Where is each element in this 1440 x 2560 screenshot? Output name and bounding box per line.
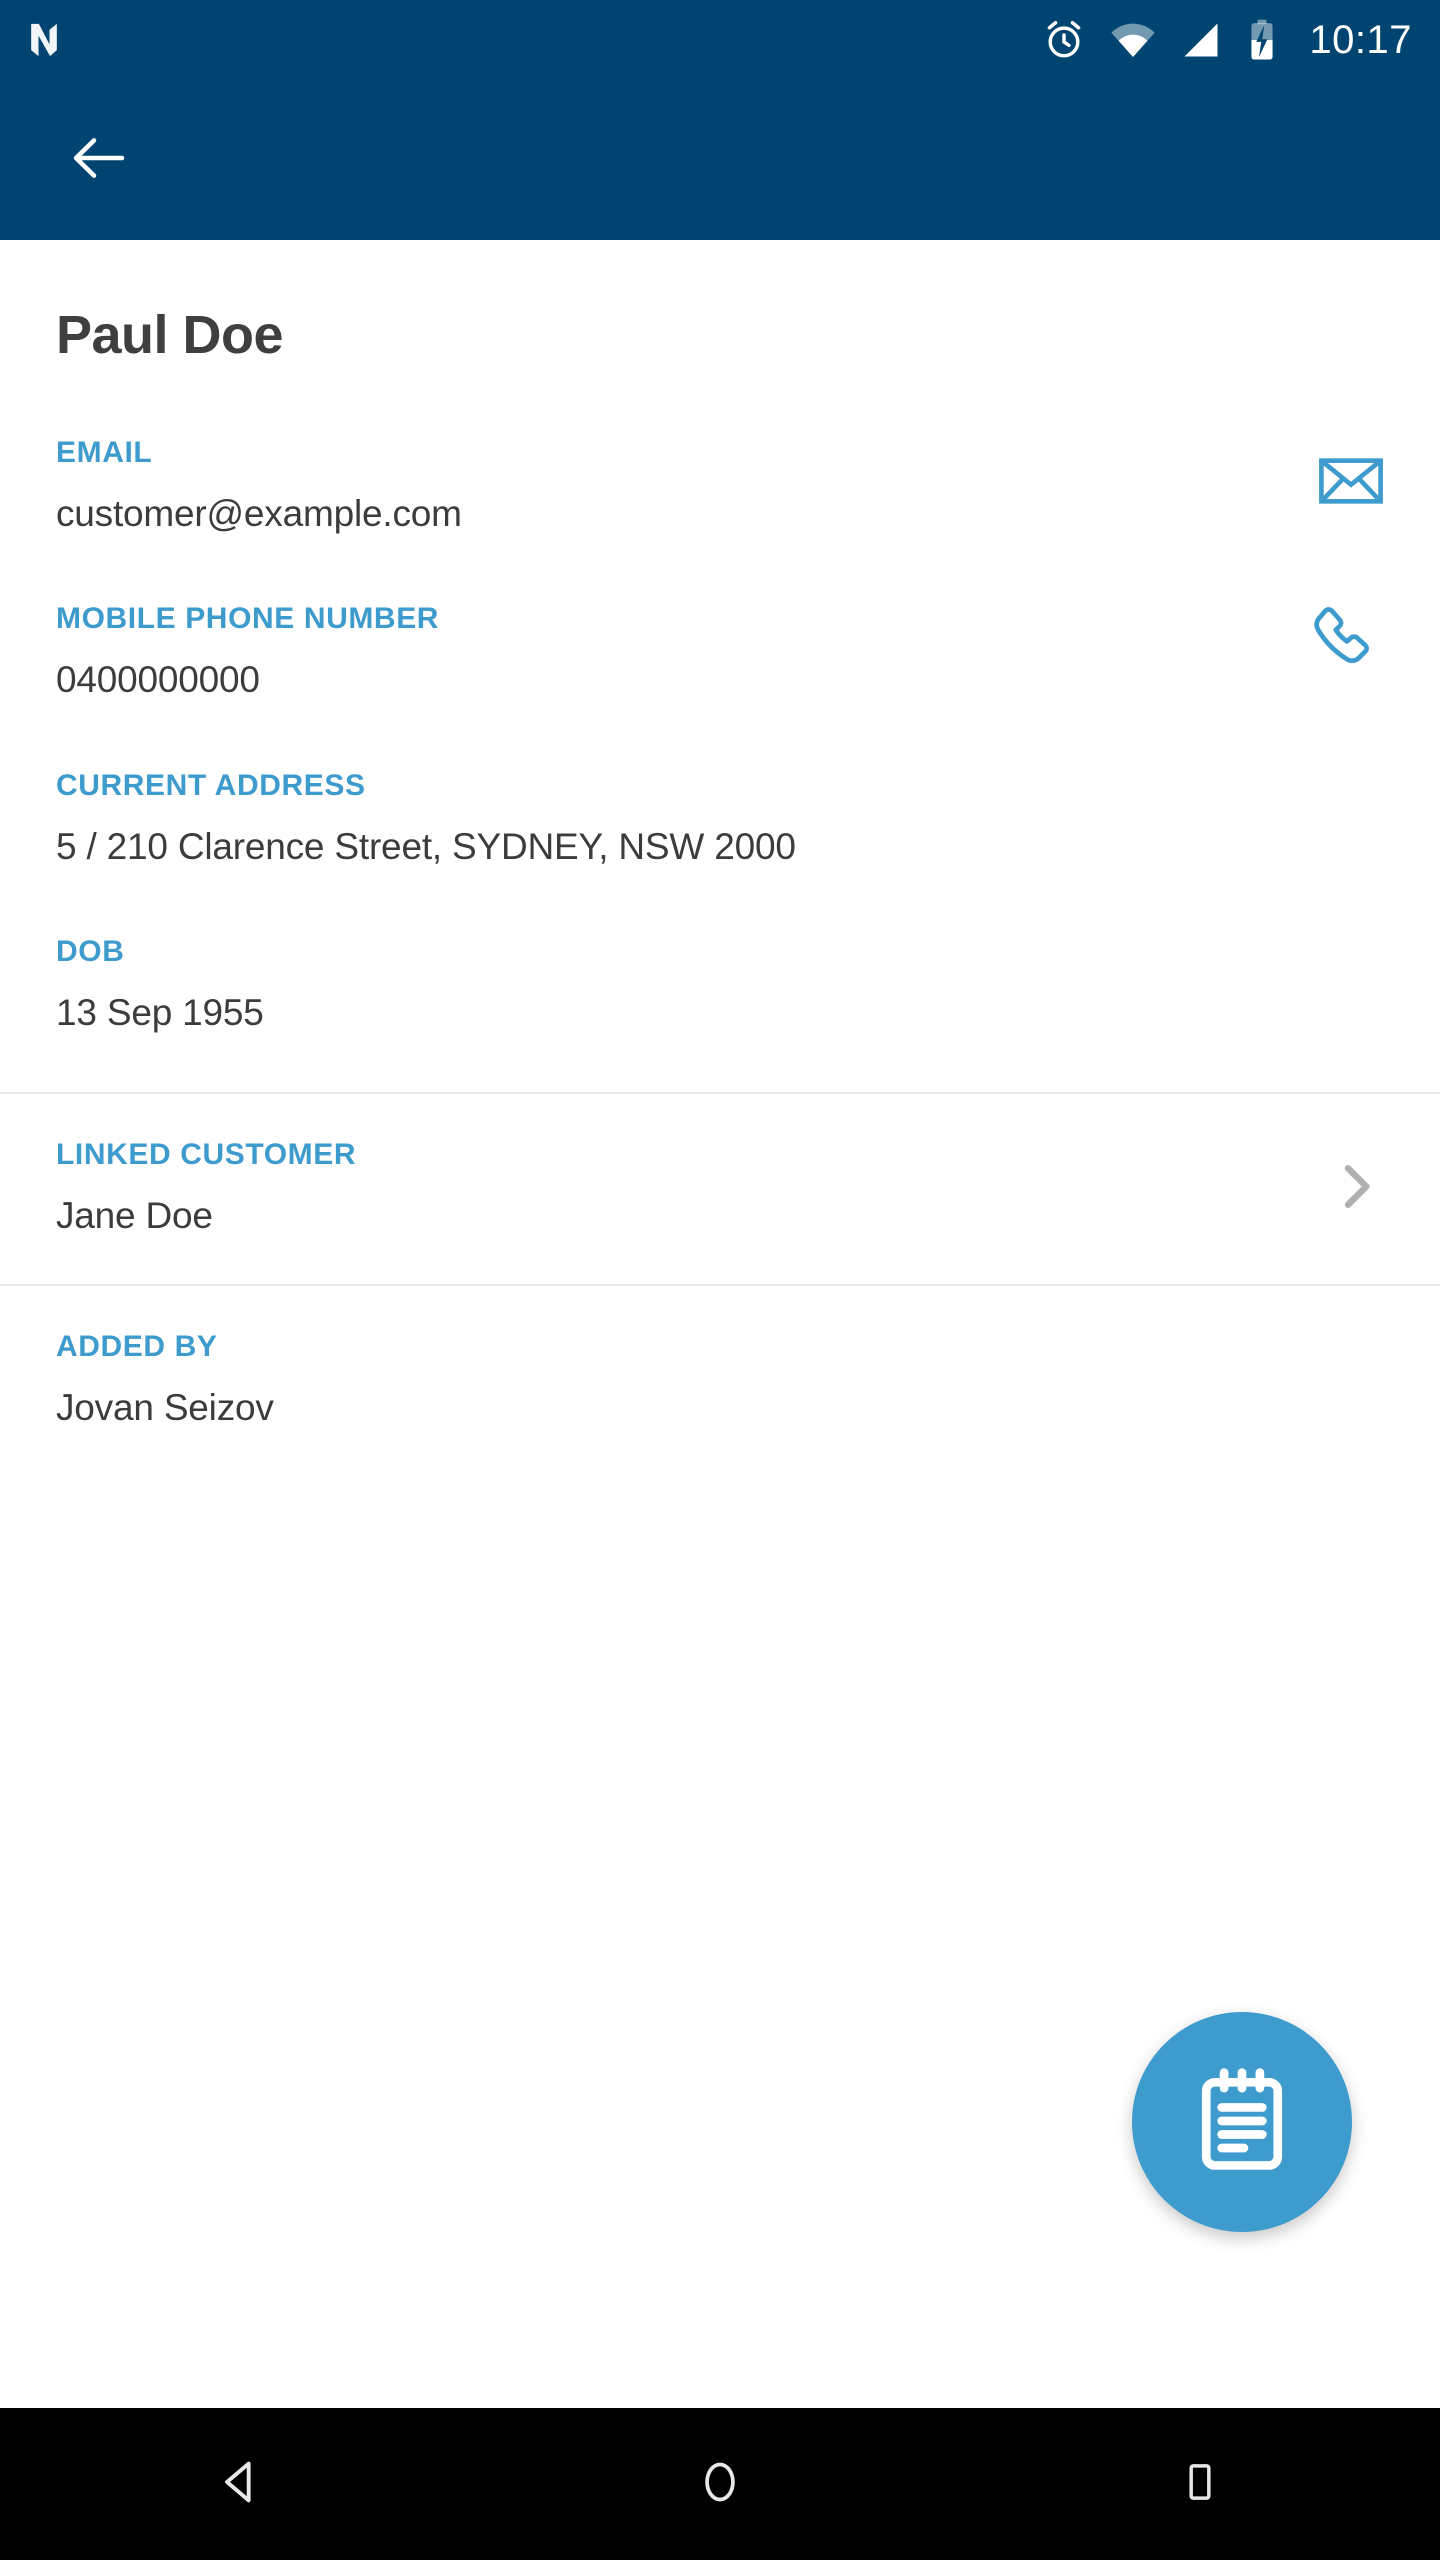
field-value: 13 Sep 1955 — [56, 992, 264, 1034]
added-by-texts: ADDED BY Jovan Seizov — [56, 1329, 1384, 1430]
status-bar-clock: 10:17 — [1309, 18, 1412, 62]
wifi-icon — [1109, 16, 1157, 64]
linked-customer-texts: LINKED CUSTOMER Jane Doe — [56, 1137, 1384, 1238]
linked-customer-row[interactable]: LINKED CUSTOMER Jane Doe — [0, 1094, 1440, 1284]
status-bar: 10:17 — [0, 0, 1440, 80]
email-action-button[interactable] — [1314, 444, 1388, 523]
notepad-icon — [1184, 2062, 1300, 2183]
phone-screen: 10:17 Paul Doe EMAIL customer@example.co… — [0, 0, 1440, 2560]
cell-signal-icon — [1179, 18, 1223, 62]
nav-recents-button[interactable] — [1100, 2408, 1300, 2560]
nav-home-button[interactable] — [620, 2408, 820, 2560]
field-value: customer@example.com — [56, 493, 462, 534]
android-navigation-bar — [0, 2408, 1440, 2560]
field-label: ADDED BY — [56, 1329, 218, 1363]
field-mobile-phone-number: MOBILE PHONE NUMBER 0400000000 — [0, 604, 1440, 702]
back-button[interactable] — [50, 112, 146, 208]
field-label: LINKED CUSTOMER — [56, 1137, 357, 1171]
status-bar-notifications — [22, 18, 66, 62]
nav-recents-square-icon — [1177, 2459, 1223, 2510]
nav-back-triangle-icon — [214, 2456, 266, 2513]
added-by-row: ADDED BY Jovan Seizov — [0, 1286, 1440, 1476]
arrow-left-icon — [66, 126, 130, 195]
field-dob: DOB 13 Sep 1955 — [0, 937, 1440, 1035]
field-value: 5 / 210 Clarence Street, SYDNEY, NSW 200… — [56, 825, 796, 867]
field-email: EMAIL customer@example.com — [0, 438, 1440, 536]
app-bar — [0, 80, 1440, 240]
app-logo-n-icon — [22, 18, 66, 62]
field-value: Jovan Seizov — [56, 1386, 274, 1428]
alarm-icon — [1041, 17, 1087, 63]
field-value: Jane Doe — [56, 1194, 213, 1236]
page-title: Paul Doe — [56, 305, 284, 365]
phone-icon — [1304, 598, 1388, 687]
call-action-button[interactable] — [1304, 598, 1388, 687]
envelope-icon — [1314, 444, 1388, 523]
nav-home-circle-icon — [695, 2457, 745, 2512]
field-label: CURRENT ADDRESS — [56, 768, 366, 802]
field-label: EMAIL — [56, 436, 153, 469]
battery-charging-icon — [1245, 17, 1279, 63]
field-current-address: CURRENT ADDRESS 5 / 210 Clarence Street,… — [0, 768, 1440, 869]
notes-fab-button[interactable] — [1132, 2012, 1352, 2232]
customer-detail-content: Paul Doe EMAIL customer@example.com MOBI… — [0, 240, 1440, 2408]
field-label: DOB — [56, 935, 125, 969]
chevron-right-icon[interactable] — [1328, 1158, 1384, 1219]
nav-back-button[interactable] — [140, 2408, 340, 2560]
field-label: MOBILE PHONE NUMBER — [56, 602, 440, 636]
status-bar-system-icons: 10:17 — [1041, 16, 1412, 64]
field-value: 0400000000 — [56, 659, 260, 701]
